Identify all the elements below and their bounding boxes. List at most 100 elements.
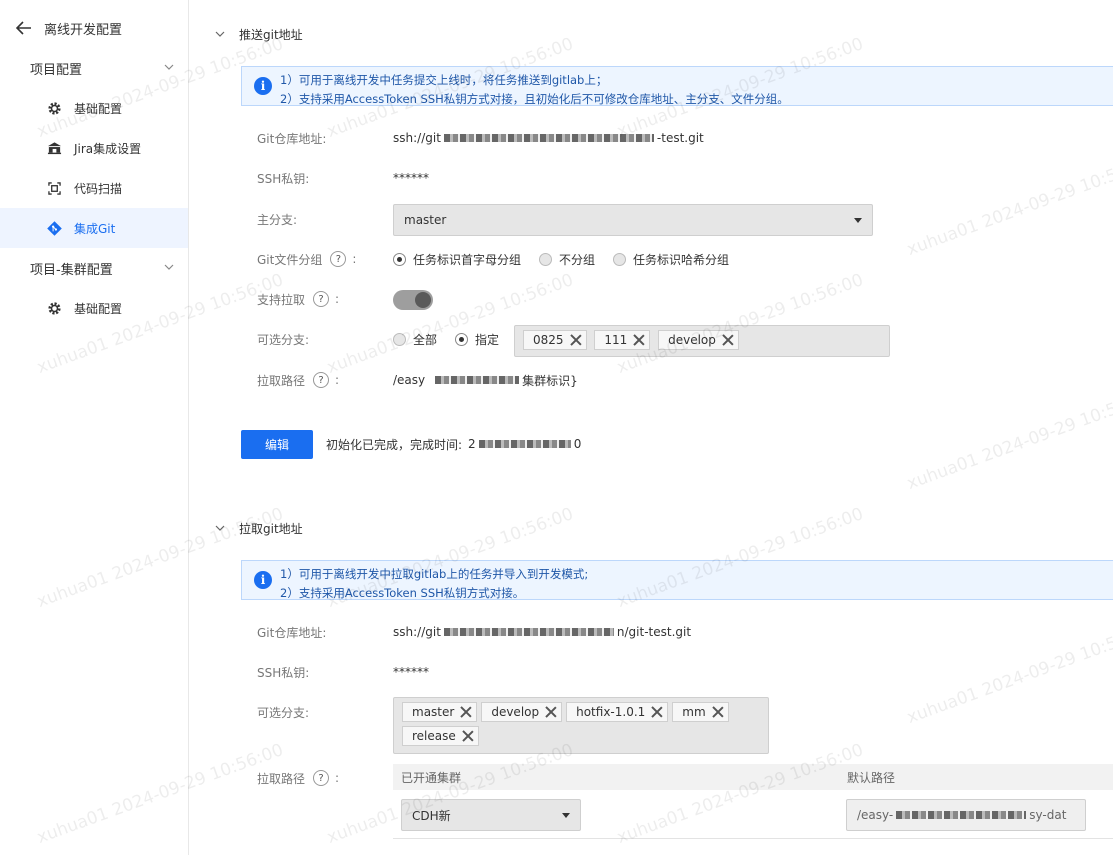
repo-suffix: -test.git xyxy=(656,131,704,145)
column-header-cluster: 已开通集群 xyxy=(401,771,462,785)
section-push-title[interactable]: 推送git地址 xyxy=(215,24,303,44)
edit-button[interactable]: 编辑 xyxy=(241,430,313,459)
help-icon[interactable]: ? xyxy=(313,770,330,786)
close-icon[interactable] xyxy=(651,706,663,718)
path-suffix: sy-dat xyxy=(1029,808,1067,822)
repo-suffix: n/git-test.git xyxy=(616,625,692,639)
sidebar-group-label: 项目配置 xyxy=(30,62,83,78)
radio-no-group[interactable]: 不分组 xyxy=(539,251,595,268)
close-icon[interactable] xyxy=(722,334,734,346)
sidebar-item-git[interactable]: 集成Git xyxy=(0,208,188,248)
push-repo-value: ssh://git -test.git xyxy=(393,128,704,148)
sidebar-group-project[interactable]: 项目配置 xyxy=(0,48,188,88)
back-arrow-icon[interactable] xyxy=(16,19,34,37)
radio-specified[interactable]: 指定 xyxy=(455,331,499,348)
path-prefix: /easy- xyxy=(857,808,894,822)
scan-icon xyxy=(46,180,62,196)
section-title-text: 拉取git地址 xyxy=(239,521,303,536)
pull-support-toggle[interactable] xyxy=(393,290,433,310)
redacted-text xyxy=(443,628,614,636)
select-value: CDH新 xyxy=(412,808,451,823)
info-icon: i xyxy=(254,571,272,589)
sidebar-item-jira[interactable]: Jira集成设置 xyxy=(0,128,188,168)
caret-down-icon xyxy=(854,218,862,223)
radio-group-by-initial[interactable]: 任务标识首字母分组 xyxy=(393,251,521,268)
close-icon[interactable] xyxy=(633,334,645,346)
sidebar-item-label: 基础配置 xyxy=(74,101,123,116)
section-title-text: 推送git地址 xyxy=(239,27,303,42)
pull-ssh-label: SSH私钥: xyxy=(257,665,310,680)
init-status: 初始化已完成，完成时间: 2 0 xyxy=(326,434,581,454)
notice-line: 2）支持采用AccessToken SSH私钥方式对接，且初始化后不可修改仓库地… xyxy=(280,92,789,106)
branch-tag: 111 xyxy=(594,330,651,350)
help-icon[interactable]: ? xyxy=(330,251,347,267)
section-pull-title[interactable]: 拉取git地址 xyxy=(215,518,303,538)
label-text: 拉取路径 xyxy=(257,373,306,388)
branch-tag: release xyxy=(402,726,479,746)
sidebar-item-basic-config[interactable]: 基础配置 xyxy=(0,88,188,128)
help-icon[interactable]: ? xyxy=(313,291,330,307)
caret-down-icon xyxy=(562,813,570,818)
branch-tag: 0825 xyxy=(523,330,587,350)
close-icon[interactable] xyxy=(570,334,582,346)
notice-line: 1）可用于离线开发中任务提交上线时，将任务推送到gitlab上； xyxy=(280,73,608,87)
push-branch-label: 主分支: xyxy=(257,212,298,227)
status-time-start: 2 xyxy=(468,437,476,451)
label-text: 拉取路径 xyxy=(257,771,306,786)
push-notice: i 1）可用于离线开发中任务提交上线时，将任务推送到gitlab上； 2）支持采… xyxy=(241,66,1113,106)
sidebar-title: 离线开发配置 xyxy=(44,22,123,38)
redacted-text xyxy=(896,811,1027,819)
sidebar-item-label: 代码扫描 xyxy=(74,181,123,196)
close-icon[interactable] xyxy=(712,706,724,718)
cluster-select[interactable]: CDH新 xyxy=(401,799,581,831)
optional-radio-group: 全部 指定 xyxy=(393,329,517,349)
main-content: 推送git地址 i 1）可用于离线开发中任务提交上线时，将任务推送到gitlab… xyxy=(189,0,1113,855)
help-icon[interactable]: ? xyxy=(313,372,330,388)
push-repo-label: Git仓库地址: xyxy=(257,131,327,146)
main-branch-select[interactable]: master xyxy=(393,204,873,236)
pull-repo-label: Git仓库地址: xyxy=(257,625,327,640)
redacted-text xyxy=(435,376,520,384)
branch-tag: master xyxy=(402,702,478,722)
sidebar-item-cluster-basic-config[interactable]: 基础配置 xyxy=(0,288,188,328)
pull-optional-label: 可选分支: xyxy=(257,705,310,720)
chevron-down-icon xyxy=(215,31,225,37)
pull-notice: i 1）可用于离线开发中拉取gitlab上的任务并导入到开发模式; 2）支持采用… xyxy=(241,560,1113,600)
gear-icon xyxy=(46,300,62,316)
push-branch-tags[interactable]: 0825 111 develop xyxy=(514,325,890,357)
push-path-label: 拉取路径 ?: xyxy=(257,372,340,388)
push-group-label: Git文件分组 ?: xyxy=(257,251,357,267)
status-text: 初始化已完成，完成时间: xyxy=(326,437,463,452)
default-path-input[interactable]: /easy- sy-dat xyxy=(846,799,1086,831)
notice-line: 1）可用于离线开发中拉取gitlab上的任务并导入到开发模式; xyxy=(280,567,589,581)
chevron-down-icon xyxy=(164,264,174,270)
column-header-default-path: 默认路径 xyxy=(847,771,896,785)
table-divider xyxy=(393,838,1113,839)
push-optional-label: 可选分支: xyxy=(257,332,310,347)
radio-group-by-hash[interactable]: 任务标识哈希分组 xyxy=(613,251,729,268)
pull-ssh-value: ****** xyxy=(393,665,429,679)
sidebar-group-cluster[interactable]: 项目-集群配置 xyxy=(0,248,188,288)
label-text: 支持拉取 xyxy=(257,292,306,307)
branch-tag: develop xyxy=(481,702,563,722)
group-radio-group: 任务标识首字母分组 不分组 任务标识哈希分组 xyxy=(393,249,747,269)
sidebar-item-label: Jira集成设置 xyxy=(74,141,142,156)
sidebar-item-code-scan[interactable]: 代码扫描 xyxy=(0,168,188,208)
chevron-down-icon xyxy=(164,64,174,70)
git-icon xyxy=(46,220,62,236)
close-icon[interactable] xyxy=(462,730,474,742)
push-pull-label: 支持拉取 ?: xyxy=(257,291,340,307)
cluster-table-header: 已开通集群 默认路径 xyxy=(393,764,1113,790)
branch-tag: mm xyxy=(672,702,729,722)
notice-line: 2）支持采用AccessToken SSH私钥方式对接。 xyxy=(280,586,525,600)
pull-branch-tags[interactable]: master develop hotfix-1.0.1 mm release xyxy=(393,697,769,754)
close-icon[interactable] xyxy=(460,706,472,718)
repo-prefix: ssh://git xyxy=(393,625,441,639)
pull-path-label: 拉取路径 ?: xyxy=(257,770,340,786)
status-time-end: 0 xyxy=(573,437,582,451)
push-path-value: /easy 集群标识} xyxy=(393,370,578,390)
sidebar-item-label: 基础配置 xyxy=(74,301,123,316)
branch-tag: develop xyxy=(658,330,739,350)
radio-all[interactable]: 全部 xyxy=(393,331,437,348)
close-icon[interactable] xyxy=(545,706,557,718)
